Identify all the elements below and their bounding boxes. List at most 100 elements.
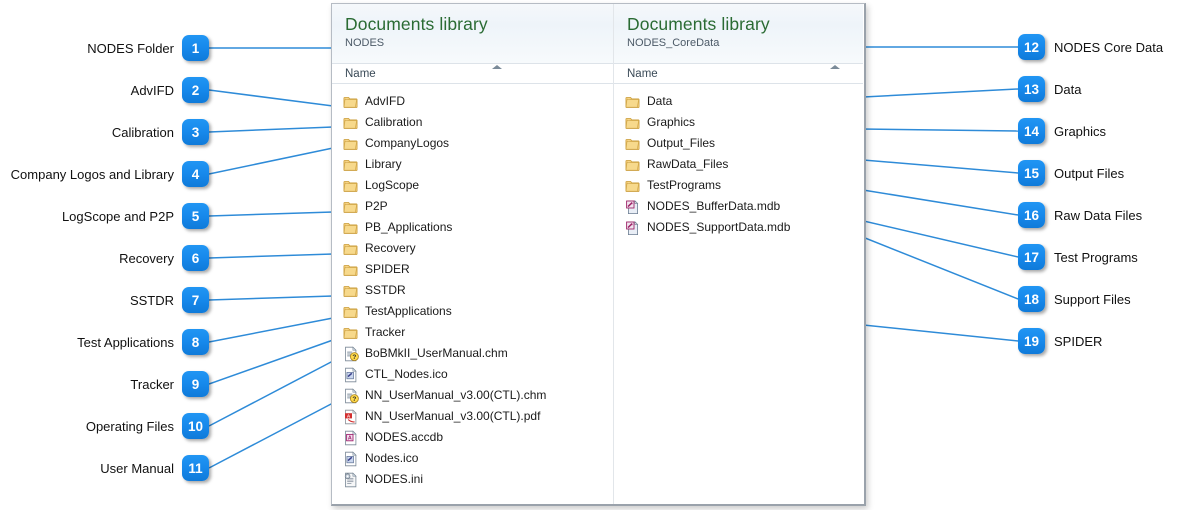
- library-title: Documents library: [627, 14, 770, 34]
- callout-left-5: LogScope and P2P 5: [62, 203, 209, 229]
- folder-icon: [343, 201, 358, 213]
- file-list-item[interactable]: CompanyLogos: [332, 133, 613, 154]
- callout-left-2: AdvIFD 2: [131, 77, 209, 103]
- callout-badge[interactable]: 14: [1018, 118, 1045, 144]
- file-list-item[interactable]: Output_Files: [614, 133, 863, 154]
- svg-text:?: ?: [352, 354, 356, 361]
- callout-label: NODES Core Data: [1054, 39, 1164, 55]
- chm-help-icon: ?: [345, 387, 359, 403]
- file-list-item[interactable]: Nodes.ico: [332, 448, 613, 469]
- callout-label: Test Applications: [77, 334, 174, 350]
- library-subtitle: NODES_CoreData: [627, 37, 720, 49]
- column-header-name[interactable]: Name: [332, 63, 613, 84]
- callout-badge[interactable]: 13: [1018, 76, 1045, 102]
- file-name-label: Nodes.ico: [365, 451, 419, 465]
- folder-icon: [625, 138, 640, 150]
- file-list-item[interactable]: RawData_Files: [614, 154, 863, 175]
- sort-ascending-icon[interactable]: [492, 65, 502, 69]
- file-list-item[interactable]: Data: [614, 91, 863, 112]
- file-list-item[interactable]: LogScope: [332, 175, 613, 196]
- callout-label: Tracker: [130, 376, 174, 392]
- callout-badge[interactable]: 4: [182, 161, 209, 187]
- file-list-item[interactable]: CTL_Nodes.ico: [332, 364, 613, 385]
- file-list-item[interactable]: TestPrograms: [614, 175, 863, 196]
- file-name-label: Library: [365, 157, 402, 171]
- callout-badge[interactable]: 15: [1018, 160, 1045, 186]
- callout-badge[interactable]: 8: [182, 329, 209, 355]
- callout-right-16: 16 Raw Data Files: [1018, 202, 1142, 228]
- callout-label: AdvIFD: [130, 82, 174, 98]
- file-name-label: NODES_SupportData.mdb: [647, 220, 791, 234]
- pane-nodes: Documents library NODES Name AdvIFD Calib…: [332, 4, 613, 504]
- folder-icon: [343, 306, 358, 318]
- sort-ascending-icon[interactable]: [830, 65, 840, 69]
- svg-text:?: ?: [352, 396, 356, 403]
- callout-badge[interactable]: 18: [1018, 286, 1045, 312]
- chm-help-icon: ?: [345, 345, 359, 361]
- file-name-label: NN_UserManual_v3.00(CTL).pdf: [365, 409, 541, 423]
- library-title: Documents library: [345, 14, 488, 34]
- ico-file-icon: [345, 366, 357, 382]
- callout-badge[interactable]: 12: [1018, 34, 1045, 60]
- callout-badge[interactable]: 5: [182, 203, 209, 229]
- file-list-item[interactable]: Recovery: [332, 238, 613, 259]
- file-list-item[interactable]: P2P: [332, 196, 613, 217]
- file-list-item[interactable]: PB_Applications: [332, 217, 613, 238]
- callout-left-3: Calibration 3: [112, 119, 209, 145]
- callout-badge[interactable]: 9: [182, 371, 209, 397]
- callout-label: SSTDR: [129, 292, 174, 308]
- file-list-nodes[interactable]: AdvIFD Calibration CompanyLogos Library LogS…: [332, 84, 613, 490]
- folder-icon: [343, 96, 358, 108]
- file-list-item[interactable]: NODES_BufferData.mdb: [614, 196, 863, 217]
- file-list-coredata[interactable]: Data Graphics Output_Files RawData_Files Tes…: [614, 84, 863, 238]
- folder-icon: [625, 117, 640, 129]
- callout-badge[interactable]: 16: [1018, 202, 1045, 228]
- file-name-label: PB_Applications: [365, 220, 453, 234]
- svg-text:A: A: [348, 435, 352, 441]
- callout-badge[interactable]: 10: [182, 413, 209, 439]
- callout-right-18: 18 Support Files: [1018, 286, 1131, 312]
- pane-header-coredata: Documents library NODES_CoreData: [614, 4, 863, 63]
- file-list-item[interactable]: SSTDR: [332, 280, 613, 301]
- file-list-item[interactable]: SPIDER: [332, 259, 613, 280]
- callout-right-12: 12 NODES Core Data: [1018, 34, 1163, 60]
- callout-left-9: Tracker 9: [130, 371, 209, 397]
- file-list-item[interactable]: A NODES.accdb: [332, 427, 613, 448]
- file-list-item[interactable]: Graphics: [614, 112, 863, 133]
- folder-icon: [343, 180, 358, 192]
- file-list-item[interactable]: TestApplications: [332, 301, 613, 322]
- callout-badge[interactable]: 11: [182, 455, 209, 481]
- mdb-file-icon: [626, 220, 639, 235]
- callout-badge[interactable]: 2: [182, 77, 209, 103]
- file-list-item[interactable]: NODES.ini: [332, 469, 613, 490]
- callout-label: User Manual: [100, 460, 174, 476]
- callout-badge[interactable]: 1: [182, 35, 209, 61]
- callout-badge[interactable]: 7: [182, 287, 209, 313]
- file-list-item[interactable]: ? BoBMkII_UserManual.chm: [332, 343, 613, 364]
- folder-icon: [343, 117, 358, 129]
- file-list-item[interactable]: Library: [332, 154, 613, 175]
- callout-badge[interactable]: 17: [1018, 244, 1045, 270]
- callout-badge[interactable]: 3: [182, 119, 209, 145]
- ini-config-icon: [344, 471, 357, 487]
- column-header-label: Name: [627, 68, 658, 80]
- file-name-label: BoBMkII_UserManual.chm: [365, 346, 508, 360]
- file-name-label: Output_Files: [647, 136, 716, 150]
- file-list-item[interactable]: Calibration: [332, 112, 613, 133]
- folder-icon: [343, 285, 358, 297]
- file-list-item[interactable]: ? NN_UserManual_v3.00(CTL).chm: [332, 385, 613, 406]
- ico-file-icon: [345, 450, 357, 466]
- folder-icon: [343, 243, 358, 255]
- callout-label: Company Logos and Library: [10, 166, 174, 182]
- column-header-name[interactable]: Name: [614, 63, 863, 84]
- file-name-label: NODES.ini: [365, 472, 424, 486]
- explorer-window: Documents library NODES Name AdvIFD Calib…: [331, 3, 866, 506]
- callout-badge[interactable]: 6: [182, 245, 209, 271]
- access-db-icon: A: [345, 429, 357, 445]
- file-list-item[interactable]: Tracker: [332, 322, 613, 343]
- file-list-item[interactable]: AdvIFD: [332, 91, 613, 112]
- file-list-item[interactable]: A NN_UserManual_v3.00(CTL).pdf: [332, 406, 613, 427]
- file-list-item[interactable]: NODES_SupportData.mdb: [614, 217, 863, 238]
- callout-badge[interactable]: 19: [1018, 328, 1045, 354]
- callout-left-11: User Manual 11: [100, 455, 209, 481]
